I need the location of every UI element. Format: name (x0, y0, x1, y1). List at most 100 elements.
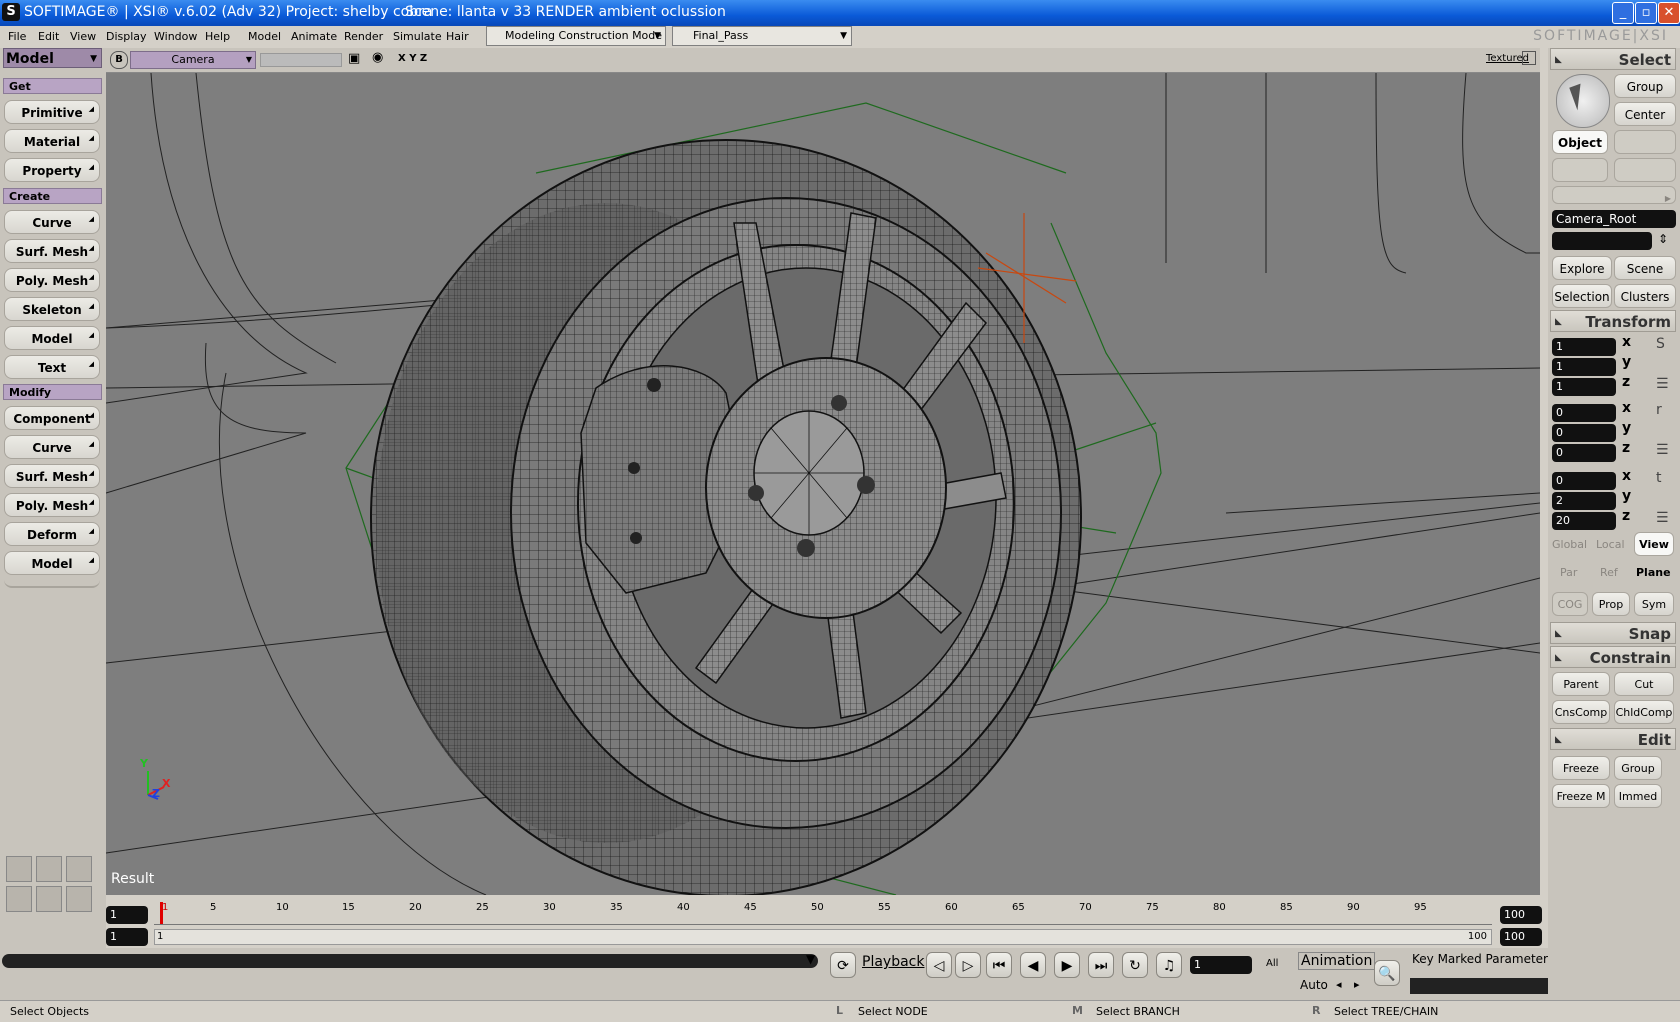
create-text-button[interactable]: Text ◢ (4, 355, 100, 379)
axis-y-label[interactable]: y (1622, 420, 1631, 436)
modify-poly-mesh-button[interactable]: Poly. Mesh ◢ (4, 493, 100, 517)
construction-mode-select[interactable]: Modeling Construction Mode ▼ (486, 26, 666, 46)
scale-x-field[interactable]: 1 (1552, 338, 1616, 356)
layout-single-icon[interactable] (6, 856, 32, 882)
menu-animate[interactable]: Animate (291, 30, 337, 43)
material-button[interactable]: Material ◢ (4, 129, 100, 153)
select-object-button[interactable]: Object (1552, 130, 1608, 154)
play-forward-icon[interactable]: ▶ (1054, 952, 1080, 978)
scale-z-field[interactable]: 1 (1552, 378, 1616, 396)
menu-view[interactable]: View (70, 30, 96, 43)
menu-hair[interactable]: Hair (446, 30, 469, 43)
modify-deform-button[interactable]: Deform ◢ (4, 522, 100, 546)
eye-icon[interactable]: ◉ (372, 50, 383, 65)
maximize-button[interactable]: ▫ (1635, 2, 1657, 24)
rotate-x-field[interactable]: 0 (1552, 404, 1616, 422)
menu-edit[interactable]: Edit (38, 30, 59, 43)
axis-x-label[interactable]: x (1622, 400, 1631, 416)
translate-y-field[interactable]: 2 (1552, 492, 1616, 510)
module-select[interactable]: Model ▼ (3, 48, 102, 68)
transform-header[interactable]: ◣ Transform (1550, 310, 1676, 332)
select-arrow-icon[interactable] (1556, 74, 1610, 128)
modify-component-button[interactable]: Component ◢ (4, 406, 100, 430)
animation-menu[interactable]: Animation (1298, 952, 1376, 970)
viewport-letter[interactable]: B (110, 51, 128, 69)
chldcomp-button[interactable]: ChldComp (1614, 700, 1674, 724)
select-header[interactable]: ◣ Select (1550, 48, 1676, 70)
property-button[interactable]: Property ◢ (4, 158, 100, 182)
range-start-field[interactable]: 1 (106, 928, 148, 946)
rotate-icon[interactable]: r (1656, 402, 1662, 418)
create-poly-mesh-button[interactable]: Poly. Mesh ◢ (4, 268, 100, 292)
layout-split-icon[interactable] (36, 856, 62, 882)
key-marked-parameters[interactable]: Key Marked Parameters (1412, 952, 1554, 966)
clusters-button[interactable]: Clusters (1614, 284, 1676, 308)
range-end-field[interactable]: 100 (1500, 928, 1542, 946)
loop-playback-icon[interactable]: ↻ (1122, 952, 1148, 978)
play-backward-icon[interactable]: ◀ (1020, 952, 1046, 978)
select-empty-button[interactable] (1552, 158, 1608, 182)
explore-button[interactable]: Explore (1552, 256, 1612, 280)
menu-model[interactable]: Model (248, 30, 281, 43)
prop-button[interactable]: Prop (1592, 592, 1630, 616)
layout-schematic-icon[interactable] (6, 886, 32, 912)
menu-window[interactable]: Window (154, 30, 197, 43)
select-center-button[interactable]: Center (1614, 102, 1676, 126)
list-icon[interactable]: ☰ (1656, 510, 1669, 526)
select-filter-button[interactable]: ▶ (1552, 186, 1676, 204)
chevron-down-icon[interactable]: ▼ (806, 952, 815, 966)
scale-icon[interactable]: S (1656, 336, 1665, 352)
selection-filter-field[interactable] (1552, 232, 1652, 250)
edit-header[interactable]: ◣ Edit (1550, 728, 1676, 750)
menu-file[interactable]: File (8, 30, 26, 43)
cog-button[interactable]: COG (1552, 592, 1588, 616)
pass-select[interactable]: Final_Pass ▼ (672, 26, 852, 46)
create-surf-mesh-button[interactable]: Surf. Mesh ◢ (4, 239, 100, 263)
cnscomp-button[interactable]: CnsComp (1552, 700, 1610, 724)
par-button[interactable]: Par (1560, 566, 1577, 579)
immed-button[interactable]: Immed (1614, 784, 1662, 808)
selection-name-field[interactable]: Camera_Root (1552, 210, 1676, 228)
edit-group-button[interactable]: Group (1614, 756, 1662, 780)
freeze-m-button[interactable]: Freeze M (1552, 784, 1610, 808)
translate-z-field[interactable]: 20 (1552, 512, 1616, 530)
select-empty-button[interactable] (1614, 130, 1676, 154)
layout-quad-icon[interactable] (66, 856, 92, 882)
camera-icon[interactable]: ▣ (348, 51, 360, 66)
timeline-ruler[interactable]: 1 5 10 15 20 25 30 35 40 45 50 55 60 65 … (154, 902, 1492, 925)
axis-y-label[interactable]: y (1622, 354, 1631, 370)
visibility-toggles[interactable] (260, 53, 342, 67)
modify-surf-mesh-button[interactable]: Surf. Mesh ◢ (4, 464, 100, 488)
rotate-y-field[interactable]: 0 (1552, 424, 1616, 442)
prev-key-icon[interactable]: ◁ (926, 952, 952, 978)
snap-header[interactable]: ◣ Snap (1550, 622, 1676, 644)
freeze-button[interactable]: Freeze (1552, 756, 1610, 780)
scale-y-field[interactable]: 1 (1552, 358, 1616, 376)
axis-z-label[interactable]: z (1622, 374, 1630, 390)
first-frame-icon[interactable]: ⏮ (986, 952, 1012, 978)
scene-button[interactable]: Scene (1614, 256, 1676, 280)
modify-curve-button[interactable]: Curve ◢ (4, 435, 100, 459)
axis-x-label[interactable]: x (1622, 334, 1631, 350)
3d-viewport[interactable]: Y X Z Result (106, 73, 1540, 895)
axis-z-label[interactable]: z (1622, 440, 1630, 456)
menu-simulate[interactable]: Simulate (393, 30, 442, 43)
timeline-start-field[interactable]: 1 (106, 906, 148, 924)
loop-icon[interactable]: ⟳ (830, 952, 856, 978)
axis-y-label[interactable]: y (1622, 488, 1631, 504)
layout-triple-icon[interactable] (66, 886, 92, 912)
layout-vertical-icon[interactable] (36, 886, 62, 912)
rotate-z-field[interactable]: 0 (1552, 444, 1616, 462)
cut-button[interactable]: Cut (1614, 672, 1674, 696)
menu-render[interactable]: Render (344, 30, 383, 43)
view-button[interactable]: View (1634, 532, 1674, 556)
current-frame-field[interactable]: 1 (1190, 956, 1252, 974)
list-icon[interactable]: ☰ (1656, 376, 1669, 392)
next-arrow-icon[interactable]: ▸ (1354, 978, 1360, 991)
translate-icon[interactable]: t (1656, 470, 1662, 486)
create-curve-button[interactable]: Curve ◢ (4, 210, 100, 234)
select-group-button[interactable]: Group (1614, 74, 1676, 98)
camera-select[interactable]: Camera ▼ (130, 51, 256, 69)
close-button[interactable]: ✕ (1658, 2, 1680, 24)
playback-menu[interactable]: Playback (862, 954, 924, 970)
